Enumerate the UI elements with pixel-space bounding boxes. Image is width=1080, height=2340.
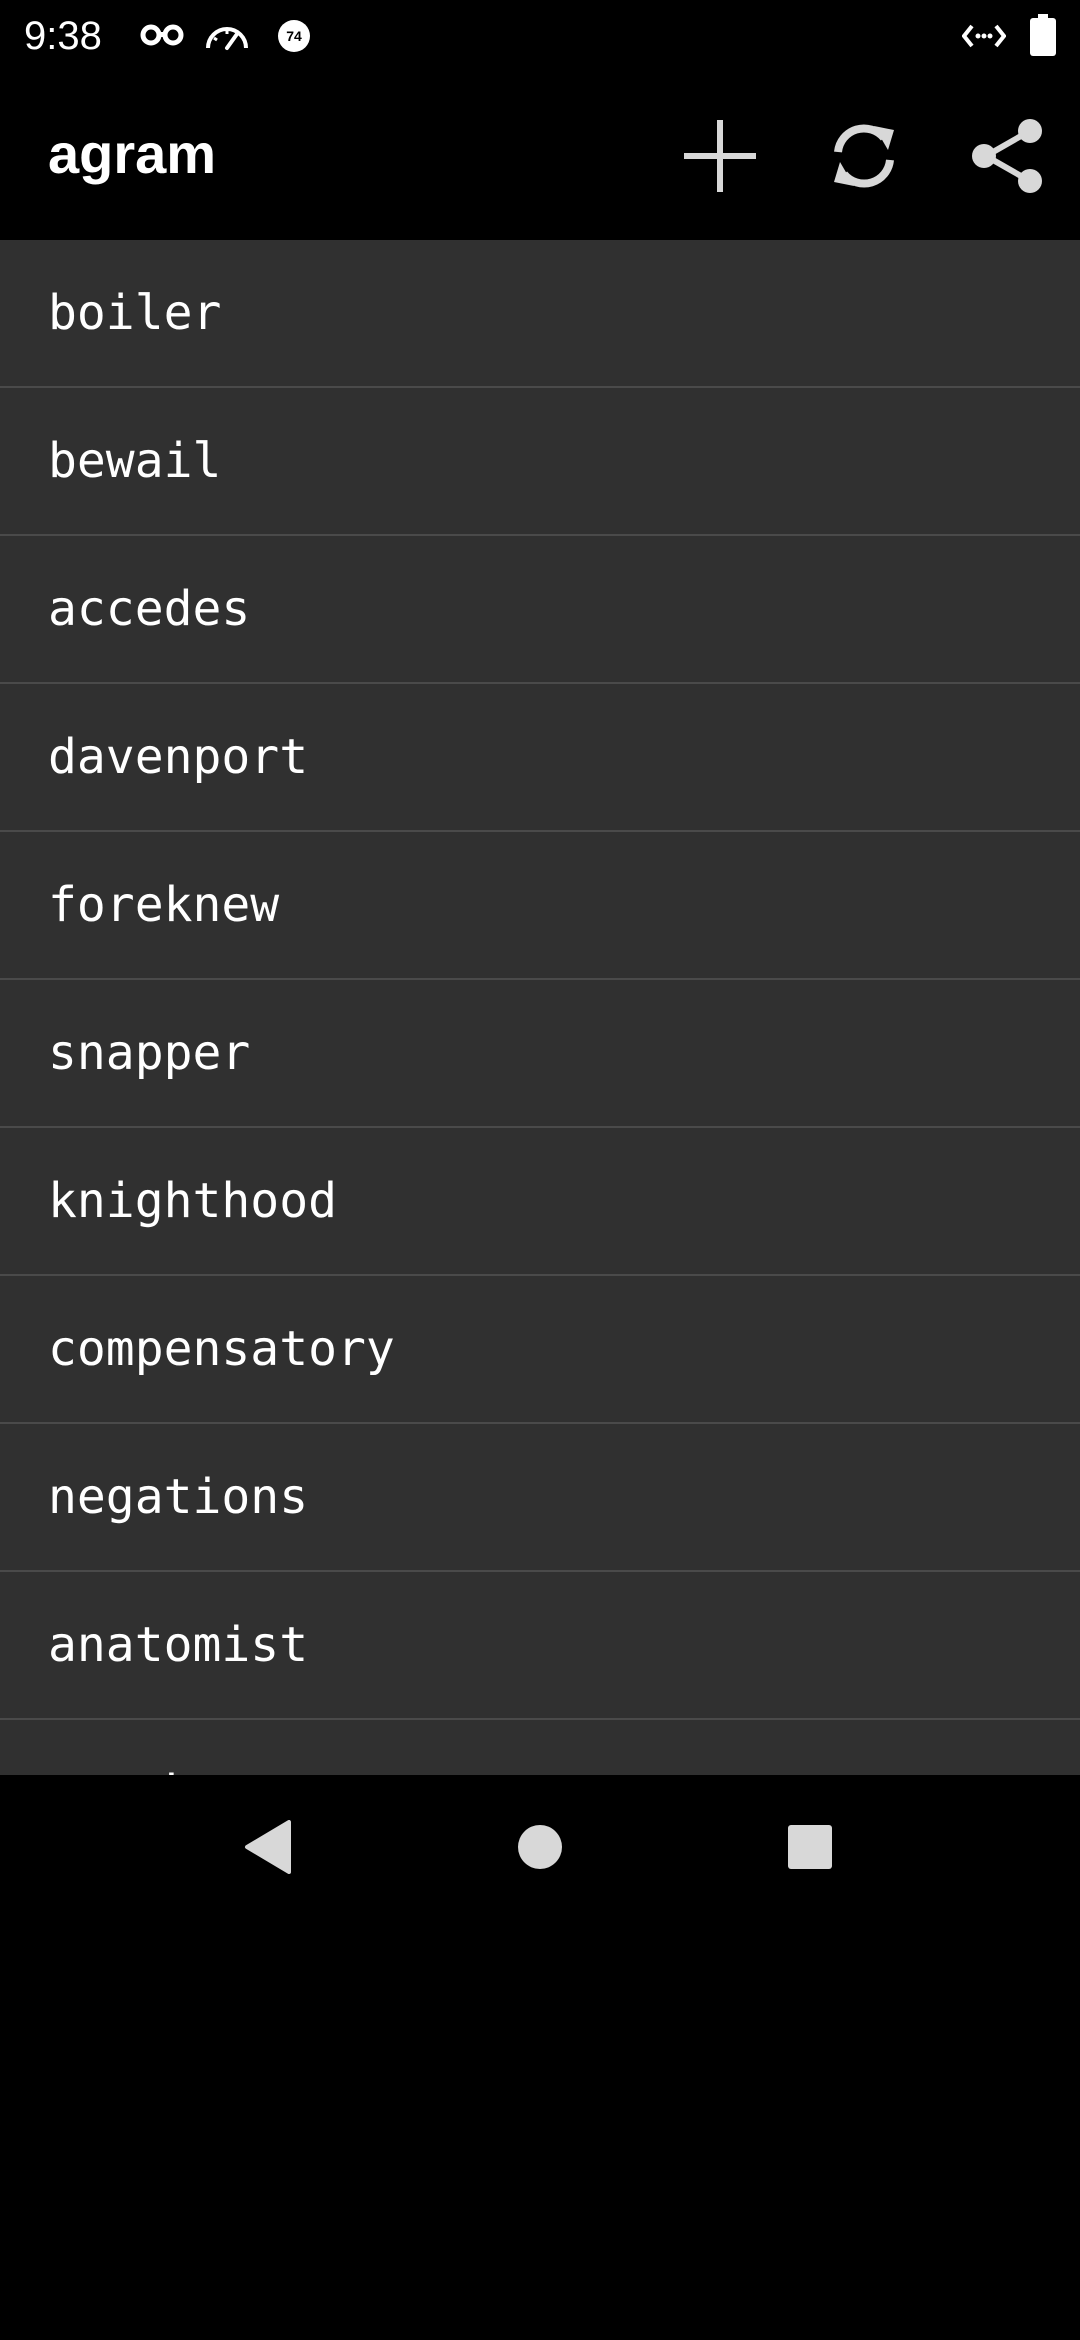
incognito-mask-icon xyxy=(140,20,184,60)
list-item-label: foreknew xyxy=(48,877,280,933)
list-item-label: snapper xyxy=(48,1025,251,1081)
list-item-label: davenport xyxy=(48,729,309,785)
app-bar: agram xyxy=(0,72,1080,240)
home-icon xyxy=(518,1825,562,1869)
status-time: 9:38 xyxy=(24,14,102,58)
back-icon xyxy=(245,1820,291,1874)
list-item-label: anatomist xyxy=(48,1617,309,1673)
recents-icon xyxy=(788,1825,832,1869)
bottom-blank-area xyxy=(0,1919,1080,2340)
speedometer-icon xyxy=(204,20,250,60)
list-item-label: accedes xyxy=(48,581,251,637)
recents-button[interactable] xyxy=(760,1797,860,1897)
badge-74-icon: 74 xyxy=(276,18,312,58)
navigation-bar xyxy=(0,1775,1080,1919)
share-button[interactable] xyxy=(960,108,1056,204)
list-item[interactable]: bewail xyxy=(0,388,1080,536)
list-item-label: knighthood xyxy=(48,1173,337,1229)
home-button[interactable] xyxy=(490,1797,590,1897)
list-item[interactable]: davenport xyxy=(0,684,1080,832)
list-item-label: tweaks xyxy=(48,1765,221,1775)
list-item[interactable]: tweaks xyxy=(0,1720,1080,1775)
list-item[interactable]: snapper xyxy=(0,980,1080,1128)
list-item[interactable]: accedes xyxy=(0,536,1080,684)
battery-icon xyxy=(1030,14,1056,56)
list-item[interactable]: knighthood xyxy=(0,1128,1080,1276)
add-button[interactable] xyxy=(672,108,768,204)
refresh-icon xyxy=(834,124,894,188)
list-item[interactable]: foreknew xyxy=(0,832,1080,980)
back-button[interactable] xyxy=(218,1797,318,1897)
list-item[interactable]: anatomist xyxy=(0,1572,1080,1720)
list-item-label: negations xyxy=(48,1469,309,1525)
app-title: agram xyxy=(48,122,217,185)
badge-number: 74 xyxy=(286,28,302,44)
list-item[interactable]: compensatory xyxy=(0,1276,1080,1424)
word-list[interactable]: boiler bewail accedes davenport foreknew… xyxy=(0,240,1080,1775)
list-item-label: bewail xyxy=(48,433,222,489)
list-item-label: boiler xyxy=(48,285,222,341)
refresh-button[interactable] xyxy=(816,108,912,204)
share-icon xyxy=(972,119,1042,193)
list-item[interactable]: negations xyxy=(0,1424,1080,1572)
list-item[interactable]: boiler xyxy=(0,240,1080,388)
status-bar: 9:38 74 xyxy=(0,0,1080,72)
add-icon xyxy=(684,120,756,192)
code-brackets-icon xyxy=(961,20,1007,60)
list-item-label: compensatory xyxy=(48,1321,395,1377)
